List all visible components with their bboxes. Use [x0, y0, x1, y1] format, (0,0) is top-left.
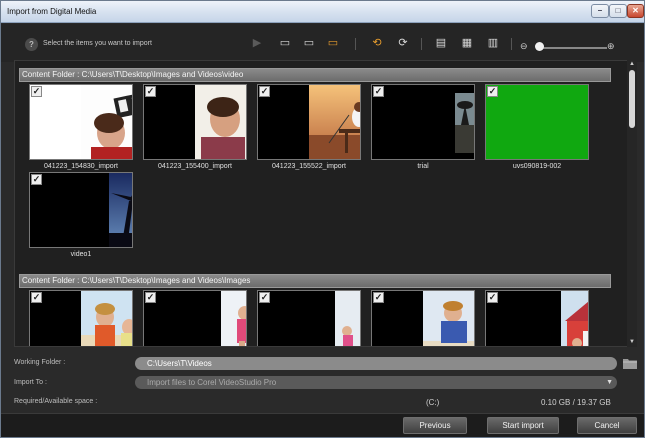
media-item[interactable]: ✓ [485, 290, 589, 346]
item-checkbox[interactable]: ✓ [145, 86, 156, 97]
toolbar-separator [511, 38, 512, 50]
rotate-right-icon[interactable]: ⟳ [395, 36, 411, 51]
browse-folder-icon[interactable] [623, 358, 637, 369]
folder-header-video: Content Folder : C:\Users\T\Desktop\Imag… [19, 68, 611, 82]
folder-header-images: Content Folder : C:\Users\T\Desktop\Imag… [19, 274, 611, 288]
toolbar-separator [355, 38, 356, 50]
space-label: Required/Available space : [14, 398, 98, 405]
item-checkbox[interactable]: ✓ [373, 86, 384, 97]
import-to-label: Import To : [14, 379, 47, 386]
maximize-icon: □ [615, 6, 621, 15]
zoom-slider-handle[interactable] [535, 42, 544, 51]
item-checkbox[interactable]: ✓ [373, 292, 384, 303]
maximize-button[interactable]: □ [609, 4, 627, 18]
select-checked-icon[interactable]: ▭ [325, 36, 341, 51]
item-checkbox[interactable]: ✓ [259, 292, 270, 303]
close-button[interactable]: ✕ [627, 4, 644, 18]
item-checkbox[interactable]: ✓ [487, 86, 498, 97]
video-thumbnail [81, 173, 132, 247]
item-checkbox[interactable]: ✓ [31, 86, 42, 97]
item-caption: video1 [70, 251, 92, 258]
import-to-dropdown[interactable]: Import files to Corel VideoStudio Pro ▼ [135, 376, 617, 389]
file-info-icon[interactable]: ▥ [485, 36, 501, 51]
media-item[interactable]: ✓ 041223_154830_import [29, 84, 133, 170]
item-checkbox[interactable]: ✓ [259, 86, 270, 97]
import-to-value: Import files to Corel VideoStudio Pro [147, 378, 277, 387]
instruction-text: Select the items you want to import [43, 40, 152, 47]
media-item[interactable]: ✓ [143, 290, 247, 346]
item-caption: uvs090819-002 [512, 163, 562, 170]
footer: Previous Start import Cancel [1, 413, 644, 437]
image-thumbnail [195, 291, 246, 346]
thumbnail-view-icon[interactable]: ▦ [459, 36, 475, 51]
rotate-left-icon[interactable]: ⟲ [369, 36, 385, 51]
working-folder-field[interactable]: C:\Users\T\Videos [135, 357, 617, 370]
minimize-icon: – [597, 6, 603, 15]
zoom-out-icon[interactable]: ⊖ [520, 41, 528, 52]
chevron-down-icon: ▼ [606, 379, 613, 386]
media-browser: Content Folder : C:\Users\T\Desktop\Imag… [14, 60, 628, 347]
space-value: 0.10 GB / 19.37 GB [541, 398, 611, 407]
scrollbar-thumb[interactable] [629, 70, 635, 128]
import-dialog: Import from Digital Media – □ ✕ ? Select… [0, 0, 645, 438]
item-checkbox[interactable]: ✓ [487, 292, 498, 303]
item-checkbox[interactable]: ✓ [31, 292, 42, 303]
item-checkbox[interactable]: ✓ [31, 174, 42, 185]
toolbar: ? Select the items you want to import ▶ … [1, 24, 644, 62]
select-none-icon[interactable]: ▭ [301, 36, 317, 51]
title-bar: Import from Digital Media – □ ✕ [1, 1, 644, 23]
media-item[interactable]: ✓ [371, 290, 475, 346]
item-caption: 041223_155400_import [158, 163, 232, 170]
scroll-down-icon[interactable]: ▼ [629, 339, 635, 345]
media-item[interactable]: ✓ video1 [29, 172, 133, 258]
minimize-button[interactable]: – [591, 4, 609, 18]
image-thumbnail [423, 291, 474, 346]
previous-button[interactable]: Previous [403, 417, 467, 434]
working-folder-label: Working Folder : [14, 359, 66, 366]
scroll-up-icon[interactable]: ▲ [629, 61, 635, 67]
media-item[interactable]: ✓ [29, 290, 133, 346]
help-icon[interactable]: ? [25, 38, 38, 51]
media-item[interactable]: ✓ [257, 290, 361, 346]
toolbar-separator [421, 38, 422, 50]
vertical-scrollbar[interactable]: ▲ ▼ [627, 60, 637, 347]
window-title: Import from Digital Media [7, 7, 97, 16]
video-thumbnail [423, 85, 474, 159]
zoom-in-icon[interactable]: ⊕ [607, 41, 615, 52]
item-caption: 041223_154830_import [44, 163, 118, 170]
cancel-button[interactable]: Cancel [577, 417, 637, 434]
zoom-slider-track[interactable] [542, 47, 607, 49]
image-thumbnail [309, 291, 360, 346]
select-all-icon[interactable]: ▭ [277, 36, 293, 51]
media-item[interactable]: ✓ trial [371, 84, 475, 170]
media-item[interactable]: ✓ 041223_155522_import [257, 84, 361, 170]
video-thumbnail [195, 85, 246, 159]
media-item[interactable]: ✓ uvs090819-002 [485, 84, 589, 170]
video-thumbnail [81, 85, 132, 159]
item-caption: 041223_155522_import [272, 163, 346, 170]
detail-view-icon[interactable]: ▤ [433, 36, 449, 51]
image-thumbnail [537, 291, 588, 346]
close-icon: ✕ [632, 6, 639, 15]
media-item[interactable]: ✓ 041223_155400_import [143, 84, 247, 170]
item-caption: trial [417, 163, 429, 170]
video-thumbnail [309, 85, 360, 159]
drive-label: (C:) [426, 398, 440, 407]
item-checkbox[interactable]: ✓ [145, 292, 156, 303]
image-thumbnail [81, 291, 132, 346]
play-icon[interactable]: ▶ [249, 36, 265, 51]
start-import-button[interactable]: Start import [487, 417, 559, 434]
